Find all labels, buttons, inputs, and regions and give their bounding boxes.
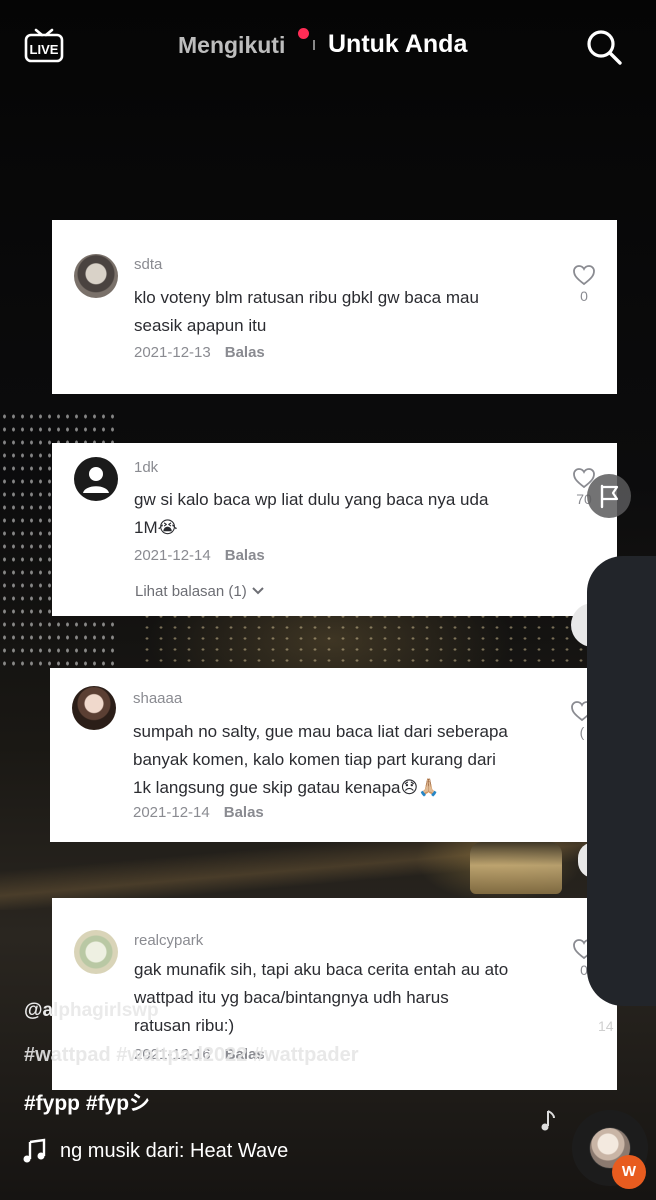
comment-text: gak munafik sih, tapi aku baca cerita en…: [134, 956, 508, 1040]
live-button[interactable]: LIVE: [24, 26, 64, 66]
comment-text-line: gw si kalo baca wp liat dulu yang baca n…: [134, 490, 489, 509]
comment-text: klo voteny blm ratusan ribu gbkl gw baca…: [134, 284, 479, 340]
reply-button[interactable]: Balas: [224, 804, 264, 821]
side-drawer-handle[interactable]: [587, 556, 656, 1006]
car-image: [470, 842, 562, 894]
avatar[interactable]: [74, 457, 118, 501]
comment-username[interactable]: shaaaa: [133, 690, 182, 707]
reply-button[interactable]: Balas: [225, 344, 265, 361]
comment-meta: 2021-12-14 Balas: [133, 804, 264, 821]
video-author[interactable]: @alphagirlswp: [24, 1000, 159, 1022]
comment-date: 2021-12-14: [133, 804, 210, 821]
view-replies-button[interactable]: Lihat balasan (1): [135, 583, 265, 600]
comment-username[interactable]: sdta: [134, 256, 162, 273]
like-button[interactable]: 0: [572, 264, 596, 304]
live-tv-icon: LIVE: [24, 28, 64, 63]
comment-text: gw si kalo baca wp liat dulu yang baca n…: [134, 486, 488, 542]
comment-card: 1dk gw si kalo baca wp liat dulu yang ba…: [52, 443, 617, 616]
video-hashtags[interactable]: #fypp #fypシ: [24, 1087, 150, 1117]
share-count: 14: [598, 1018, 614, 1034]
comment-text-line: banyak komen, kalo komen tiap part kuran…: [133, 750, 496, 769]
tab-divider: [313, 40, 315, 50]
comment-meta: 2021-12-14 Balas: [134, 547, 265, 564]
watermark-badge: W: [612, 1155, 646, 1189]
comment-text-line: klo voteny blm ratusan ribu gbkl gw baca…: [134, 288, 479, 307]
comment-text-line: 1M😭: [134, 518, 178, 537]
flag-icon: [600, 484, 619, 509]
search-button[interactable]: [585, 28, 623, 66]
music-note-icon: [22, 1138, 48, 1164]
avatar[interactable]: [72, 686, 116, 730]
comment-text-line: seasik apapun itu: [134, 316, 267, 335]
search-icon: [587, 30, 622, 65]
video-hashtags[interactable]: #wattpad #wattpad2022 #wattpader: [24, 1044, 359, 1067]
notification-dot: [298, 28, 309, 39]
tab-for-you[interactable]: Untuk Anda: [328, 30, 467, 59]
like-count: 0: [580, 288, 588, 304]
comment-date: 2021-12-13: [134, 344, 211, 361]
comment-username[interactable]: 1dk: [134, 459, 158, 476]
comment-text: sumpah no salty, gue mau baca liat dari …: [133, 718, 508, 802]
live-label: LIVE: [30, 42, 59, 57]
comment-text-line: sumpah no salty, gue mau baca liat dari …: [133, 722, 508, 741]
view-replies-label: Lihat balasan (1): [135, 583, 247, 600]
floating-note-icon: [540, 1108, 558, 1134]
music-ticker[interactable]: ng musik dari: Heat Wave: [60, 1140, 312, 1163]
comment-text-line: ratusan ribu:): [134, 1016, 235, 1035]
comment-username[interactable]: realcypark: [134, 932, 203, 949]
report-button[interactable]: [587, 474, 631, 518]
reply-button[interactable]: Balas: [225, 547, 265, 564]
default-user-icon: [83, 467, 109, 493]
comment-text-line: gak munafik sih, tapi aku baca cerita en…: [134, 960, 509, 979]
comment-meta: 2021-12-13 Balas: [134, 344, 265, 361]
comment-card: shaaaa sumpah no salty, gue mau baca lia…: [50, 668, 595, 842]
comment-text-line: wattpad itu yg baca/bintangnya udh harus: [134, 988, 449, 1007]
tab-following[interactable]: Mengikuti: [178, 32, 285, 59]
avatar[interactable]: [74, 254, 118, 298]
heart-icon: [573, 265, 595, 286]
comment-card: sdta klo voteny blm ratusan ribu gbkl gw…: [52, 220, 617, 394]
comment-date: 2021-12-14: [134, 547, 211, 564]
avatar[interactable]: [74, 930, 118, 974]
chevron-down-icon: [252, 587, 264, 595]
comment-text-line: 1k langsung gue skip gatau kenapa😞🙏🏼: [133, 778, 440, 797]
top-nav: LIVE Mengikuti Untuk Anda: [0, 0, 656, 95]
